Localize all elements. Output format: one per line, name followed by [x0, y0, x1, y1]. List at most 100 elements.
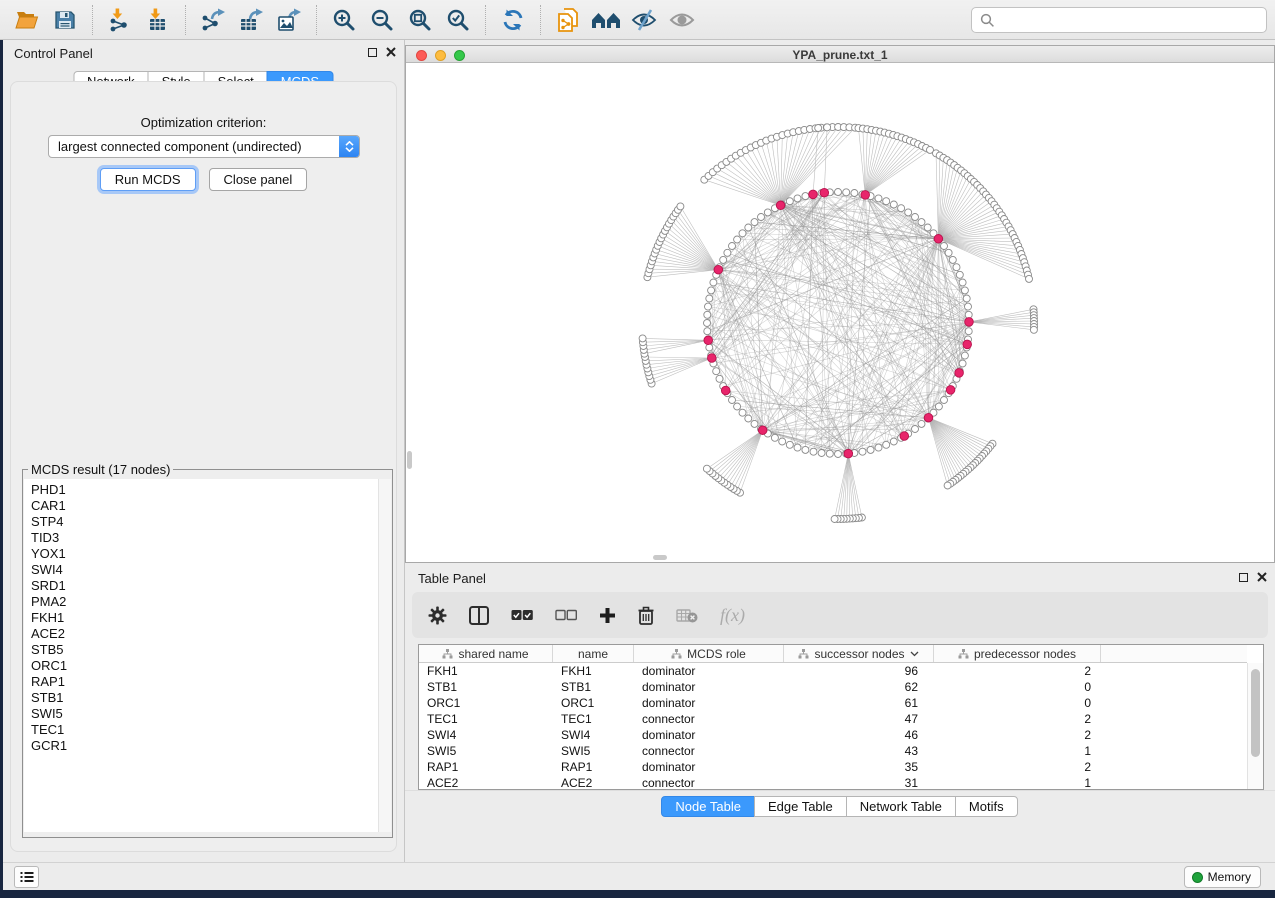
- show-graphics-details-button[interactable]: [663, 4, 701, 36]
- cell-mcds-role[interactable]: connector: [634, 712, 784, 726]
- tab-node-table[interactable]: Node Table: [661, 796, 755, 817]
- network-node[interactable]: [720, 256, 727, 263]
- network-node[interactable]: [639, 335, 646, 342]
- open-file-button[interactable]: [8, 4, 46, 36]
- network-node[interactable]: [824, 124, 831, 131]
- mcds-result-item[interactable]: STB5: [24, 642, 391, 658]
- network-node[interactable]: [956, 271, 963, 278]
- network-node[interactable]: [875, 195, 882, 202]
- table-row[interactable]: TEC1TEC1connector472: [419, 711, 1247, 727]
- cell-predecessor-nodes[interactable]: 2: [934, 760, 1101, 774]
- mcds-hub-node[interactable]: [721, 386, 730, 395]
- cell-name[interactable]: FKH1: [553, 664, 634, 678]
- cell-shared-name[interactable]: ACE2: [419, 776, 553, 790]
- network-node[interactable]: [703, 465, 710, 472]
- mcds-result-item[interactable]: TEC1: [24, 722, 391, 738]
- network-node[interactable]: [835, 189, 842, 196]
- network-node[interactable]: [918, 420, 925, 427]
- table-scrollbar-track[interactable]: [1247, 663, 1263, 789]
- mcds-hub-node[interactable]: [758, 426, 767, 435]
- network-node[interactable]: [912, 214, 919, 221]
- mcds-hub-node[interactable]: [844, 449, 853, 458]
- mcds-hub-node[interactable]: [946, 386, 955, 395]
- save-button[interactable]: [46, 4, 84, 36]
- network-node[interactable]: [912, 426, 919, 433]
- cell-mcds-role[interactable]: dominator: [634, 760, 784, 774]
- close-panel-button[interactable]: Close panel: [209, 168, 308, 191]
- network-node[interactable]: [818, 450, 825, 457]
- table-row[interactable]: SWI4SWI4dominator462: [419, 727, 1247, 743]
- cell-mcds-role[interactable]: dominator: [634, 696, 784, 710]
- cell-successor-nodes[interactable]: 47: [784, 712, 934, 726]
- network-node[interactable]: [965, 328, 972, 335]
- network-node[interactable]: [959, 360, 966, 367]
- network-node[interactable]: [945, 249, 952, 256]
- mcds-hub-node[interactable]: [955, 369, 964, 378]
- network-node[interactable]: [851, 190, 858, 197]
- cell-predecessor-nodes[interactable]: 0: [934, 696, 1101, 710]
- cell-name[interactable]: ACE2: [553, 776, 634, 790]
- cell-mcds-role[interactable]: dominator: [634, 680, 784, 694]
- mcds-result-item[interactable]: YOX1: [24, 546, 391, 562]
- network-node[interactable]: [729, 243, 736, 250]
- zoom-out-button[interactable]: [363, 4, 401, 36]
- cell-predecessor-nodes[interactable]: 0: [934, 680, 1101, 694]
- network-node[interactable]: [890, 201, 897, 208]
- mcds-hub-node[interactable]: [900, 432, 909, 441]
- mcds-result-item[interactable]: STB1: [24, 690, 391, 706]
- column-header-predecessor-nodes[interactable]: predecessor nodes: [934, 645, 1101, 662]
- column-header-successor-nodes[interactable]: successor nodes: [784, 645, 934, 662]
- mcds-hub-node[interactable]: [708, 354, 717, 363]
- table-row[interactable]: FKH1FKH1dominator962: [419, 663, 1247, 679]
- network-node[interactable]: [941, 397, 948, 404]
- cell-name[interactable]: STB1: [553, 680, 634, 694]
- mcds-result-list[interactable]: PHD1CAR1STP4TID3YOX1SWI4SRD1PMA2FKH1ACE2…: [24, 479, 391, 832]
- export-image-button[interactable]: [270, 4, 308, 36]
- zoom-fit-button[interactable]: [401, 4, 439, 36]
- optimization-criterion-select[interactable]: largest connected component (undirected): [48, 135, 360, 158]
- network-node[interactable]: [771, 434, 778, 441]
- mcds-hub-node[interactable]: [809, 190, 818, 199]
- select-all-columns-button[interactable]: [511, 609, 533, 621]
- cell-successor-nodes[interactable]: 35: [784, 760, 934, 774]
- network-node[interactable]: [786, 441, 793, 448]
- mcds-hub-node[interactable]: [714, 265, 723, 274]
- mcds-result-item[interactable]: SWI4: [24, 562, 391, 578]
- float-table-panel-icon[interactable]: [1239, 573, 1248, 582]
- network-window-titlebar[interactable]: YPA_prune.txt_1: [406, 46, 1274, 63]
- network-node[interactable]: [716, 375, 723, 382]
- mcds-result-item[interactable]: FKH1: [24, 610, 391, 626]
- network-node[interactable]: [810, 448, 817, 455]
- delete-columns-button[interactable]: [638, 606, 654, 625]
- network-node[interactable]: [704, 311, 711, 318]
- network-node[interactable]: [802, 446, 809, 453]
- network-node[interactable]: [729, 397, 736, 404]
- network-node[interactable]: [704, 328, 711, 335]
- cell-mcds-role[interactable]: dominator: [634, 664, 784, 678]
- tab-motifs[interactable]: Motifs: [955, 796, 1018, 817]
- cell-shared-name[interactable]: FKH1: [419, 664, 553, 678]
- mcds-result-item[interactable]: CAR1: [24, 498, 391, 514]
- network-node[interactable]: [843, 189, 850, 196]
- network-node[interactable]: [905, 209, 912, 216]
- network-vertical-scrollbar[interactable]: [407, 451, 412, 469]
- network-node[interactable]: [898, 205, 905, 212]
- cell-predecessor-nodes[interactable]: 1: [934, 744, 1101, 758]
- network-node[interactable]: [794, 195, 801, 202]
- network-node[interactable]: [963, 295, 970, 302]
- mcds-hub-node[interactable]: [934, 235, 943, 244]
- delete-table-button[interactable]: [676, 608, 698, 623]
- network-node[interactable]: [739, 409, 746, 416]
- mcds-result-item[interactable]: STP4: [24, 514, 391, 530]
- mcds-hub-node[interactable]: [965, 318, 974, 327]
- mcds-hub-node[interactable]: [820, 188, 829, 197]
- mcds-result-item[interactable]: RAP1: [24, 674, 391, 690]
- cell-successor-nodes[interactable]: 62: [784, 680, 934, 694]
- network-node[interactable]: [710, 279, 717, 286]
- table-row[interactable]: ACE2ACE2connector311: [419, 775, 1247, 790]
- table-row[interactable]: RAP1RAP1dominator352: [419, 759, 1247, 775]
- cell-predecessor-nodes[interactable]: 2: [934, 664, 1101, 678]
- search-input[interactable]: [1001, 13, 1258, 28]
- table-row[interactable]: STB1STB1dominator620: [419, 679, 1247, 695]
- cell-predecessor-nodes[interactable]: 2: [934, 712, 1101, 726]
